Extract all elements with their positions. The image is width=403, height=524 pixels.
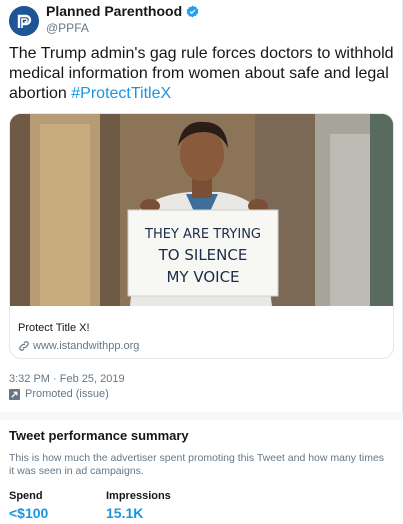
tweet-text: The Trump admin's gag rule forces doctor…: [9, 44, 394, 104]
impressions-metric: Impressions 15.1K: [106, 490, 171, 521]
spend-value: <$100: [9, 505, 49, 521]
avatar[interactable]: [9, 6, 39, 36]
performance-summary: Tweet performance summary This is how mu…: [0, 412, 403, 524]
tweet-timestamp[interactable]: 3:32 PM · Feb 25, 2019: [9, 373, 125, 385]
link-card[interactable]: THEY ARE TRYING TO SILENCE MY VOICE Prot…: [9, 113, 394, 359]
card-url-text[interactable]: www.istandwithpp.org: [33, 340, 139, 352]
verified-badge-icon: [186, 5, 199, 17]
performance-title: Tweet performance summary: [9, 428, 189, 443]
video-thumbnail[interactable]: THEY ARE TRYING TO SILENCE MY VOICE: [10, 114, 393, 306]
author-handle[interactable]: @PPFA: [46, 21, 89, 35]
video-scene: THEY ARE TRYING TO SILENCE MY VOICE: [10, 114, 393, 306]
impressions-value: 15.1K: [106, 505, 144, 521]
sign-text-line1: THEY ARE TRYING: [144, 227, 261, 242]
spend-metric: Spend <$100: [9, 490, 48, 521]
link-icon: [19, 341, 29, 351]
spend-label: Spend: [9, 490, 43, 502]
promoted-arrow-icon: [9, 388, 20, 400]
tweet-body: The Trump admin's gag rule forces doctor…: [9, 45, 394, 102]
author-name[interactable]: Planned Parenthood: [46, 3, 199, 19]
performance-description: This is how much the advertiser spent pr…: [9, 452, 385, 477]
promoted-label[interactable]: Promoted (issue): [9, 388, 109, 400]
promoted-text[interactable]: Promoted (issue): [25, 388, 109, 400]
impressions-label: Impressions: [106, 490, 171, 502]
planned-parenthood-logo-icon: [9, 6, 39, 36]
hashtag-link[interactable]: #ProtectTitleX: [71, 85, 171, 102]
sign-text-line2: TO SILENCE: [158, 246, 248, 264]
card-url[interactable]: www.istandwithpp.org: [18, 340, 139, 352]
author-name-text[interactable]: Planned Parenthood: [46, 3, 182, 19]
card-title[interactable]: Protect Title X!: [18, 322, 90, 334]
sign-text-line3: MY VOICE: [166, 268, 239, 286]
tweet-card: Planned Parenthood @PPFA The Trump admin…: [0, 0, 403, 412]
